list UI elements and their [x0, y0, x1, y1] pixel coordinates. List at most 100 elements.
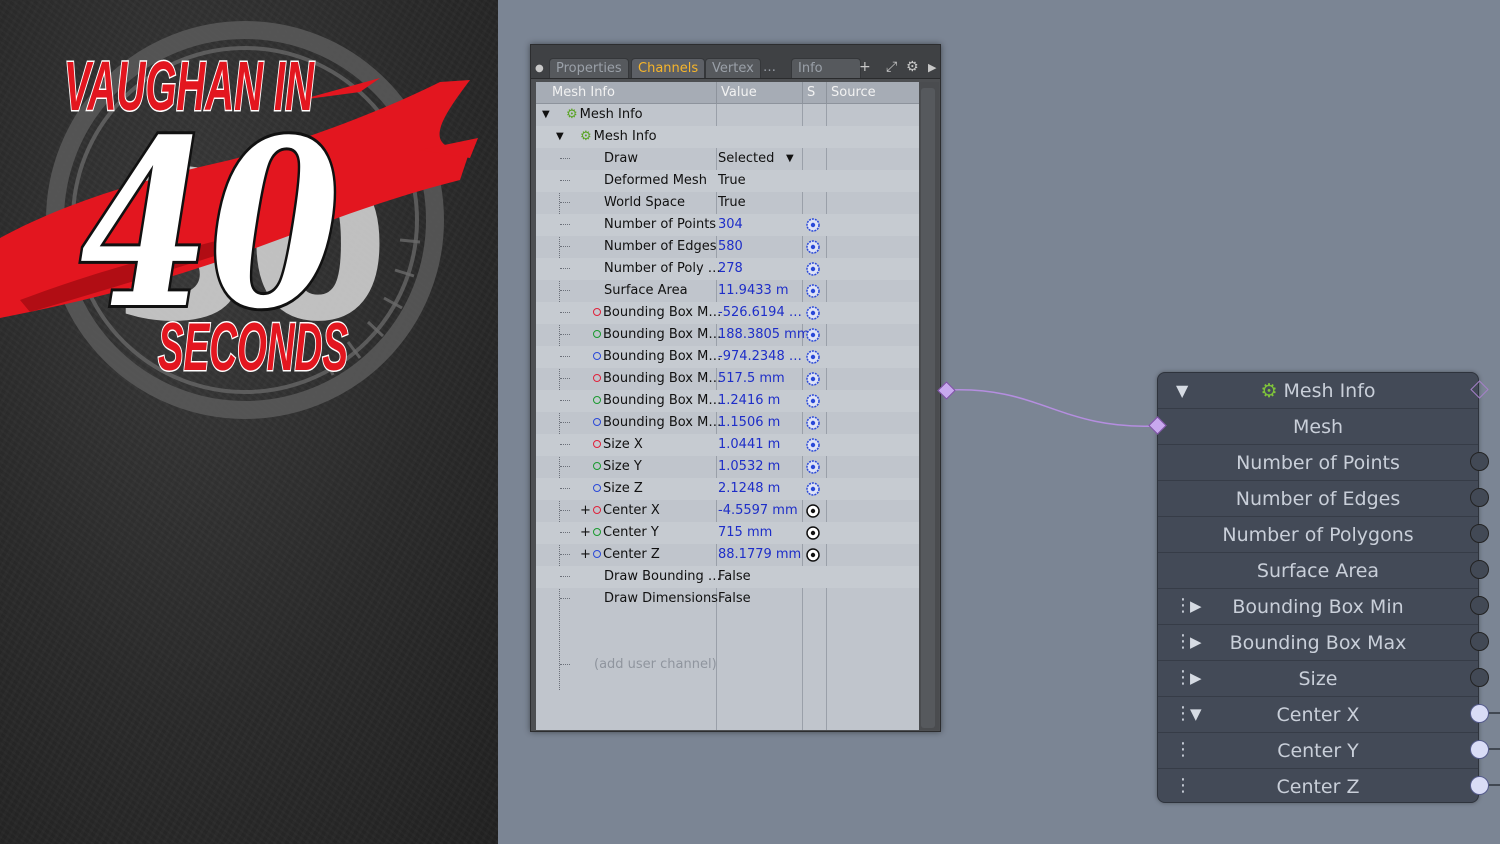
s-gear-icon[interactable] — [806, 218, 820, 232]
node-output-row[interactable]: ⋮ Center Z — [1158, 769, 1478, 805]
dropdown-arrow-icon[interactable]: ▼ — [786, 148, 794, 170]
channel-row[interactable]: Bounding Box M… -526.6194 … — [536, 302, 919, 324]
channel-row[interactable]: Number of Poly … 278 — [536, 258, 919, 280]
mesh-info-node[interactable]: ▼ ⚙ Mesh Info Mesh Number of Points Number… — [1157, 372, 1479, 803]
collapse-arrow-icon[interactable]: ▼ — [556, 126, 564, 148]
channel-value[interactable]: 1.1506 m — [718, 412, 780, 434]
s-link-icon[interactable] — [806, 548, 820, 562]
expand-plus-icon[interactable]: + — [580, 500, 591, 522]
channel-row[interactable]: + Center X -4.5597 mm — [536, 500, 919, 522]
tree-child-row[interactable]: ▼ ⚙ Mesh Info — [536, 126, 919, 148]
expanded-arrow-icon[interactable]: ▼ — [1190, 697, 1202, 731]
s-gear-icon[interactable] — [806, 482, 820, 496]
channel-value[interactable]: 1.0441 m — [718, 434, 780, 456]
channel-value[interactable]: 1.0532 m — [718, 456, 780, 478]
channel-value[interactable]: 278 — [718, 258, 743, 280]
node-output-row[interactable]: ⋮ ▶ Bounding Box Max — [1158, 625, 1478, 661]
node-output-port[interactable] — [1470, 596, 1489, 615]
node-output-row[interactable]: ⋮ ▶ Size — [1158, 661, 1478, 697]
channel-value[interactable]: 304 — [718, 214, 743, 236]
column-header-s[interactable]: S — [803, 82, 827, 104]
tab-properties[interactable]: Properties — [549, 58, 629, 78]
channel-value[interactable]: 2.1248 m — [718, 478, 780, 500]
column-header-source[interactable]: Source — [827, 82, 919, 104]
node-output-port[interactable] — [1470, 560, 1489, 579]
channel-row[interactable]: Draw Bounding … False — [536, 566, 919, 588]
collapsed-arrow-icon[interactable]: ▶ — [1190, 625, 1202, 659]
node-output-row[interactable]: ⋮ ▼ Center X — [1158, 697, 1478, 733]
collapsed-arrow-icon[interactable]: ▶ — [1190, 661, 1202, 695]
channel-row[interactable]: Draw Selected ▼ — [536, 148, 919, 170]
node-output-port[interactable] — [1470, 632, 1489, 651]
channel-value[interactable]: False — [718, 588, 751, 610]
gear-icon[interactable]: ⚙ — [906, 59, 919, 75]
drag-handle-icon[interactable]: ⋮ — [1174, 769, 1192, 803]
tab-info[interactable]: Info — [791, 58, 861, 78]
column-header-name[interactable]: Mesh Info — [536, 82, 717, 104]
s-gear-icon[interactable] — [806, 438, 820, 452]
add-user-channel-label[interactable]: (add user channel) — [594, 654, 717, 676]
channel-value[interactable]: 188.3805 mm — [718, 324, 810, 346]
channel-row[interactable]: + Center Z 88.1779 mm — [536, 544, 919, 566]
channel-value[interactable]: -974.2348 … — [718, 346, 802, 368]
channel-row[interactable]: World Space True — [536, 192, 919, 214]
node-output-port[interactable] — [1470, 704, 1489, 723]
node-collapse-icon[interactable]: ▼ — [1176, 373, 1188, 409]
channel-value[interactable]: -526.6194 … — [718, 302, 802, 324]
channel-value[interactable]: 88.1779 mm — [718, 544, 801, 566]
s-gear-icon[interactable] — [806, 394, 820, 408]
channel-row[interactable]: Size Y 1.0532 m — [536, 456, 919, 478]
expand-plus-icon[interactable]: + — [580, 544, 591, 566]
channel-row[interactable]: Number of Edges 580 — [536, 236, 919, 258]
channel-value[interactable]: 1.2416 m — [718, 390, 780, 412]
tree-root-row[interactable]: ▼ ⚙ Mesh Info — [536, 104, 919, 126]
channel-row[interactable]: Number of Points 304 — [536, 214, 919, 236]
node-output-row[interactable]: ⋮ ▶ Bounding Box Min — [1158, 589, 1478, 625]
drag-handle-icon[interactable]: ⋮ — [1174, 733, 1192, 767]
node-output-row[interactable]: Number of Edges — [1158, 481, 1478, 517]
channel-value[interactable]: Selected — [718, 148, 774, 170]
s-gear-icon[interactable] — [806, 284, 820, 298]
s-gear-icon[interactable] — [806, 262, 820, 276]
expand-plus-icon[interactable]: + — [580, 522, 591, 544]
s-link-icon[interactable] — [806, 504, 820, 518]
expand-icon[interactable]: ⤢ — [886, 59, 897, 75]
channel-value[interactable]: -4.5597 mm — [718, 500, 798, 522]
channel-row[interactable]: Size Z 2.1248 m — [536, 478, 919, 500]
channel-value[interactable]: False — [718, 566, 751, 588]
channel-row[interactable]: Bounding Box M… 1.2416 m — [536, 390, 919, 412]
s-gear-icon[interactable] — [806, 416, 820, 430]
tab-vertex[interactable]: Vertex — [705, 58, 761, 78]
node-output-port[interactable] — [1470, 524, 1489, 543]
node-header[interactable]: ▼ ⚙ Mesh Info — [1158, 373, 1478, 409]
s-gear-icon[interactable] — [806, 350, 820, 364]
collapse-arrow-icon[interactable]: ▼ — [542, 104, 550, 126]
node-output-row[interactable]: Number of Polygons — [1158, 517, 1478, 553]
s-gear-icon[interactable] — [806, 306, 820, 320]
node-output-row[interactable]: Surface Area — [1158, 553, 1478, 589]
collapsed-arrow-icon[interactable]: ▶ — [1190, 589, 1202, 623]
node-output-port[interactable] — [1470, 488, 1489, 507]
channel-row[interactable]: Bounding Box M… 517.5 mm — [536, 368, 919, 390]
s-link-icon[interactable] — [806, 526, 820, 540]
channel-row[interactable]: Bounding Box M… 1.1506 m — [536, 412, 919, 434]
channel-value[interactable]: True — [718, 192, 746, 214]
add-icon[interactable]: + — [859, 59, 871, 75]
channel-value[interactable]: True — [718, 170, 746, 192]
channel-row[interactable]: Bounding Box M… 188.3805 mm — [536, 324, 919, 346]
channel-value[interactable]: 715 mm — [718, 522, 772, 544]
channel-value[interactable]: 517.5 mm — [718, 368, 785, 390]
channel-row[interactable]: Deformed Mesh True — [536, 170, 919, 192]
channel-row[interactable]: Draw Dimensions False — [536, 588, 919, 610]
channel-row[interactable]: + Center Y 715 mm — [536, 522, 919, 544]
s-gear-icon[interactable] — [806, 460, 820, 474]
s-gear-icon[interactable] — [806, 240, 820, 254]
s-gear-icon[interactable] — [806, 328, 820, 342]
channel-value[interactable]: 11.9433 m — [718, 280, 789, 302]
channel-row[interactable]: Surface Area 11.9433 m — [536, 280, 919, 302]
tab-more[interactable]: … — [757, 58, 782, 78]
scrollbar-thumb[interactable] — [921, 88, 935, 728]
node-output-port[interactable] — [1470, 776, 1489, 795]
node-output-port[interactable] — [1470, 740, 1489, 759]
node-output-port[interactable] — [1470, 668, 1489, 687]
